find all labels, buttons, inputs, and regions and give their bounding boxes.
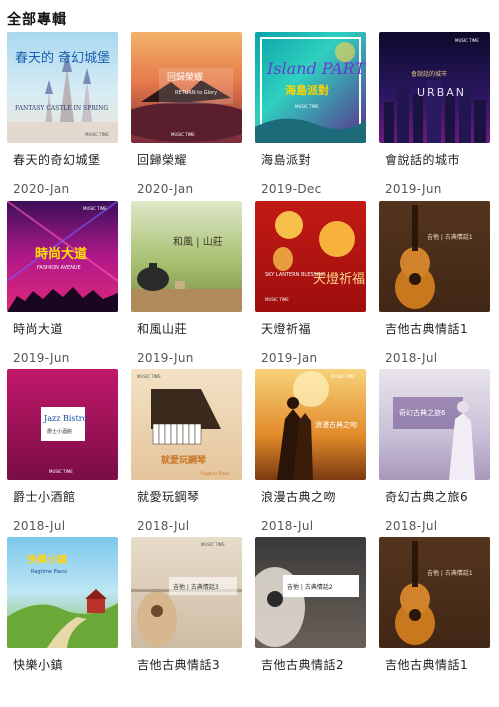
album-date: 2018-Jul bbox=[261, 519, 314, 533]
album-name[interactable]: 吉他古典情話3 bbox=[137, 656, 247, 673]
album-grid: 春天的 奇幻城堡 FANTASY CASTLE IN SPRING MUSIC … bbox=[0, 0, 499, 672]
album-cover-4[interactable]: 時尚大道 FASHION AVENUE MUSIC TIME bbox=[7, 201, 118, 312]
album-card-3[interactable]: 會說話的城市 URBAN MUSIC TIME 會說話的城市 2019-Jun bbox=[379, 32, 491, 202]
album-name[interactable]: 吉他古典情話2 bbox=[261, 656, 371, 673]
album-name[interactable]: 吉他古典情話1 bbox=[385, 320, 495, 337]
cover-title: 就愛玩鋼琴 bbox=[161, 454, 207, 466]
album-date: 2020-Jan bbox=[13, 182, 70, 196]
cover-title: 浪漫古典之吻 bbox=[315, 420, 357, 429]
cover-title: 回歸榮耀 bbox=[167, 71, 203, 83]
cover-subtitle: Ragtime Piano bbox=[31, 569, 67, 575]
cover-title: Jazz Bistro bbox=[43, 414, 88, 423]
album-cover-14[interactable]: 吉他 | 古典情話2 bbox=[255, 537, 366, 648]
album-cover-8[interactable]: Jazz Bistro 爵士小酒館 MUSIC TIME bbox=[7, 369, 118, 480]
album-name[interactable]: 吉他古典情話1 bbox=[385, 656, 495, 673]
album-card-4[interactable]: 時尚大道 FASHION AVENUE MUSIC TIME 時尚大道 2019… bbox=[7, 201, 119, 371]
album-name[interactable]: 會說話的城市 bbox=[385, 151, 495, 168]
album-cover-15[interactable]: 吉他 | 古典情話1 bbox=[379, 537, 490, 648]
album-cover-10[interactable]: 浪漫古典之吻 MUSIC TIME bbox=[255, 369, 366, 480]
cover-title: 吉他 | 古典情話1 bbox=[427, 233, 473, 241]
album-card-2[interactable]: Island PARTY 海島派對 MUSIC TIME 海島派對 2019-D… bbox=[255, 32, 367, 202]
album-name[interactable]: 海島派對 bbox=[261, 151, 371, 168]
album-cover-12[interactable]: 快樂小鎮 Ragtime Piano bbox=[7, 537, 118, 648]
album-name[interactable]: 快樂小鎮 bbox=[13, 656, 123, 673]
album-cover-11[interactable]: 奇幻古典之旅6 bbox=[379, 369, 490, 480]
album-card-10[interactable]: 浪漫古典之吻 MUSIC TIME 浪漫古典之吻 2018-Jul bbox=[255, 369, 367, 539]
album-cover-3[interactable]: 會說話的城市 URBAN MUSIC TIME bbox=[379, 32, 490, 143]
cover-subtitle: Ragtime Piano bbox=[201, 471, 230, 476]
album-name[interactable]: 浪漫古典之吻 bbox=[261, 488, 371, 505]
cover-badge: MUSIC TIME bbox=[201, 542, 225, 547]
cover-title: 吉他 | 古典情話3 bbox=[173, 583, 219, 591]
album-cover-7[interactable]: 吉他 | 古典情話1 bbox=[379, 201, 490, 312]
cover-title: 快樂小鎮 bbox=[26, 553, 67, 566]
cover-badge: MUSIC TIME bbox=[265, 297, 289, 302]
cover-title: 會說話的城市 bbox=[411, 70, 447, 78]
album-name[interactable]: 春天的奇幻城堡 bbox=[13, 151, 123, 168]
album-card-13[interactable]: 吉他 | 古典情話3 MUSIC TIME 吉他古典情話3 bbox=[131, 537, 243, 707]
album-cover-6[interactable]: SKY LANTERN BLESSING 天燈祈福 MUSIC TIME bbox=[255, 201, 366, 312]
cover-title: 吉他 | 古典情話1 bbox=[427, 569, 473, 577]
album-name[interactable]: 和風山莊 bbox=[137, 320, 247, 337]
cover-badge: MUSIC TIME bbox=[331, 374, 355, 379]
cover-title: 時尚大道 bbox=[35, 246, 87, 262]
cover-title: 春天的 奇幻城堡 bbox=[15, 50, 110, 66]
album-card-8[interactable]: Jazz Bistro 爵士小酒館 MUSIC TIME 爵士小酒館 2018-… bbox=[7, 369, 119, 539]
album-date: 2020-Jan bbox=[137, 182, 194, 196]
cover-title: 奇幻古典之旅6 bbox=[399, 408, 446, 417]
cover-subtitle: FANTASY CASTLE IN SPRING bbox=[15, 105, 108, 112]
cover-subtitle: URBAN bbox=[417, 86, 466, 99]
cover-title: 吉他 | 古典情話2 bbox=[287, 583, 333, 591]
album-cover-5[interactable]: 和風 | 山莊 bbox=[131, 201, 242, 312]
album-date: 2018-Jul bbox=[13, 519, 66, 533]
album-cover-0[interactable]: 春天的 奇幻城堡 FANTASY CASTLE IN SPRING MUSIC … bbox=[7, 32, 118, 143]
cover-badge: MUSIC TIME bbox=[83, 206, 107, 211]
album-name[interactable]: 爵士小酒館 bbox=[13, 488, 123, 505]
album-date: 2018-Jul bbox=[385, 351, 438, 365]
album-name[interactable]: 天燈祈福 bbox=[261, 320, 371, 337]
album-name[interactable]: 回歸榮耀 bbox=[137, 151, 247, 168]
cover-title: 海島派對 bbox=[285, 83, 329, 97]
album-card-12[interactable]: 快樂小鎮 Ragtime Piano 快樂小鎮 bbox=[7, 537, 119, 707]
cover-subtitle: FASHION AVENUE bbox=[37, 265, 81, 271]
album-cover-13[interactable]: 吉他 | 古典情話3 MUSIC TIME bbox=[131, 537, 242, 648]
album-card-15[interactable]: 吉他 | 古典情話1 吉他古典情話1 bbox=[379, 537, 491, 707]
album-name[interactable]: 奇幻古典之旅6 bbox=[385, 488, 495, 505]
cover-badge: MUSIC TIME bbox=[455, 38, 479, 43]
cover-badge: MUSIC TIME bbox=[85, 132, 109, 137]
album-card-6[interactable]: SKY LANTERN BLESSING 天燈祈福 MUSIC TIME 天燈祈… bbox=[255, 201, 367, 371]
album-name[interactable]: 就愛玩鋼琴 bbox=[137, 488, 247, 505]
album-date: 2018-Jul bbox=[385, 519, 438, 533]
cover-badge: MUSIC TIME bbox=[49, 469, 73, 474]
album-card-5[interactable]: 和風 | 山莊 和風山莊 2019-Jun bbox=[131, 201, 243, 371]
album-date: 2019-Jun bbox=[385, 182, 442, 196]
cover-title: 天燈祈福 bbox=[313, 272, 365, 287]
cover-subtitle: RETURN to Glory bbox=[175, 90, 217, 96]
album-card-14[interactable]: 吉他 | 古典情話2 吉他古典情話2 bbox=[255, 537, 367, 707]
cover-subtitle: Island PARTY bbox=[266, 59, 366, 78]
album-card-9[interactable]: 就愛玩鋼琴 Ragtime Piano MUSIC TIME 就愛玩鋼琴 201… bbox=[131, 369, 243, 539]
album-date: 2019-Jun bbox=[13, 351, 70, 365]
cover-badge: MUSIC TIME bbox=[137, 374, 161, 379]
album-cover-2[interactable]: Island PARTY 海島派對 MUSIC TIME bbox=[255, 32, 366, 143]
cover-title: 和風 | 山莊 bbox=[173, 236, 223, 248]
album-date: 2019-Jan bbox=[261, 351, 318, 365]
album-date: 2019-Dec bbox=[261, 182, 322, 196]
album-card-7[interactable]: 吉他 | 古典情話1 吉他古典情話1 2018-Jul bbox=[379, 201, 491, 371]
cover-badge: MUSIC TIME bbox=[295, 104, 319, 109]
album-date: 2018-Jul bbox=[137, 519, 190, 533]
album-cover-9[interactable]: 就愛玩鋼琴 Ragtime Piano MUSIC TIME bbox=[131, 369, 242, 480]
album-date: 2019-Jun bbox=[137, 351, 194, 365]
album-card-1[interactable]: 回歸榮耀 RETURN to Glory MUSIC TIME 回歸榮耀 202… bbox=[131, 32, 243, 202]
album-name[interactable]: 時尚大道 bbox=[13, 320, 123, 337]
cover-subtitle: 爵士小酒館 bbox=[47, 428, 72, 435]
album-card-11[interactable]: 奇幻古典之旅6 奇幻古典之旅6 2018-Jul bbox=[379, 369, 491, 539]
album-cover-1[interactable]: 回歸榮耀 RETURN to Glory MUSIC TIME bbox=[131, 32, 242, 143]
cover-badge: MUSIC TIME bbox=[171, 132, 195, 137]
album-card-0[interactable]: 春天的 奇幻城堡 FANTASY CASTLE IN SPRING MUSIC … bbox=[7, 32, 119, 202]
